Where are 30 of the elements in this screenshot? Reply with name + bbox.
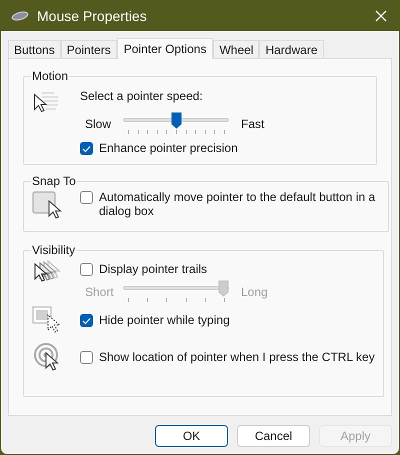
mouse-icon (11, 11, 29, 21)
checkbox[interactable] (80, 314, 93, 327)
checkbox-label[interactable]: Enhance pointer precision (99, 141, 238, 155)
dialog-button[interactable]: Cancel (237, 425, 310, 447)
checkbox-label[interactable]: Display pointer trails (99, 262, 208, 276)
group-title: Visibility (31, 242, 76, 259)
slider[interactable] (123, 112, 229, 136)
tab[interactable]: Hardware (259, 40, 324, 58)
tab[interactable]: Pointer Options (116, 38, 214, 59)
group-title: Snap To (31, 173, 77, 190)
group-title: Motion (31, 68, 70, 85)
slider-min-label: Slow (85, 116, 111, 133)
slider-thumb[interactable] (170, 112, 182, 129)
slider-max-label: Long (241, 284, 268, 301)
slider-max-label: Fast (241, 116, 264, 133)
checkbox-label[interactable]: Automatically move pointer to the default button in a dialog box (99, 190, 380, 218)
window-title: Mouse Properties (37, 6, 147, 26)
tab[interactable]: Pointers (60, 40, 117, 58)
checkbox[interactable] (80, 263, 93, 276)
checkbox[interactable] (80, 191, 93, 204)
speed-label: Select a pointer speed: (80, 88, 204, 105)
tab[interactable]: Wheel (213, 40, 260, 58)
close-icon[interactable] (375, 10, 387, 22)
checkbox-label[interactable]: Hide pointer while typing (99, 313, 230, 327)
checkbox-label[interactable]: Show location of pointer when I press the CTRL key (99, 350, 375, 364)
checkbox[interactable] (80, 142, 93, 155)
tab[interactable]: Buttons (8, 40, 61, 58)
checkbox[interactable] (80, 351, 93, 364)
button-cursor-icon (32, 190, 64, 220)
dialog-button[interactable]: OK (155, 425, 228, 447)
